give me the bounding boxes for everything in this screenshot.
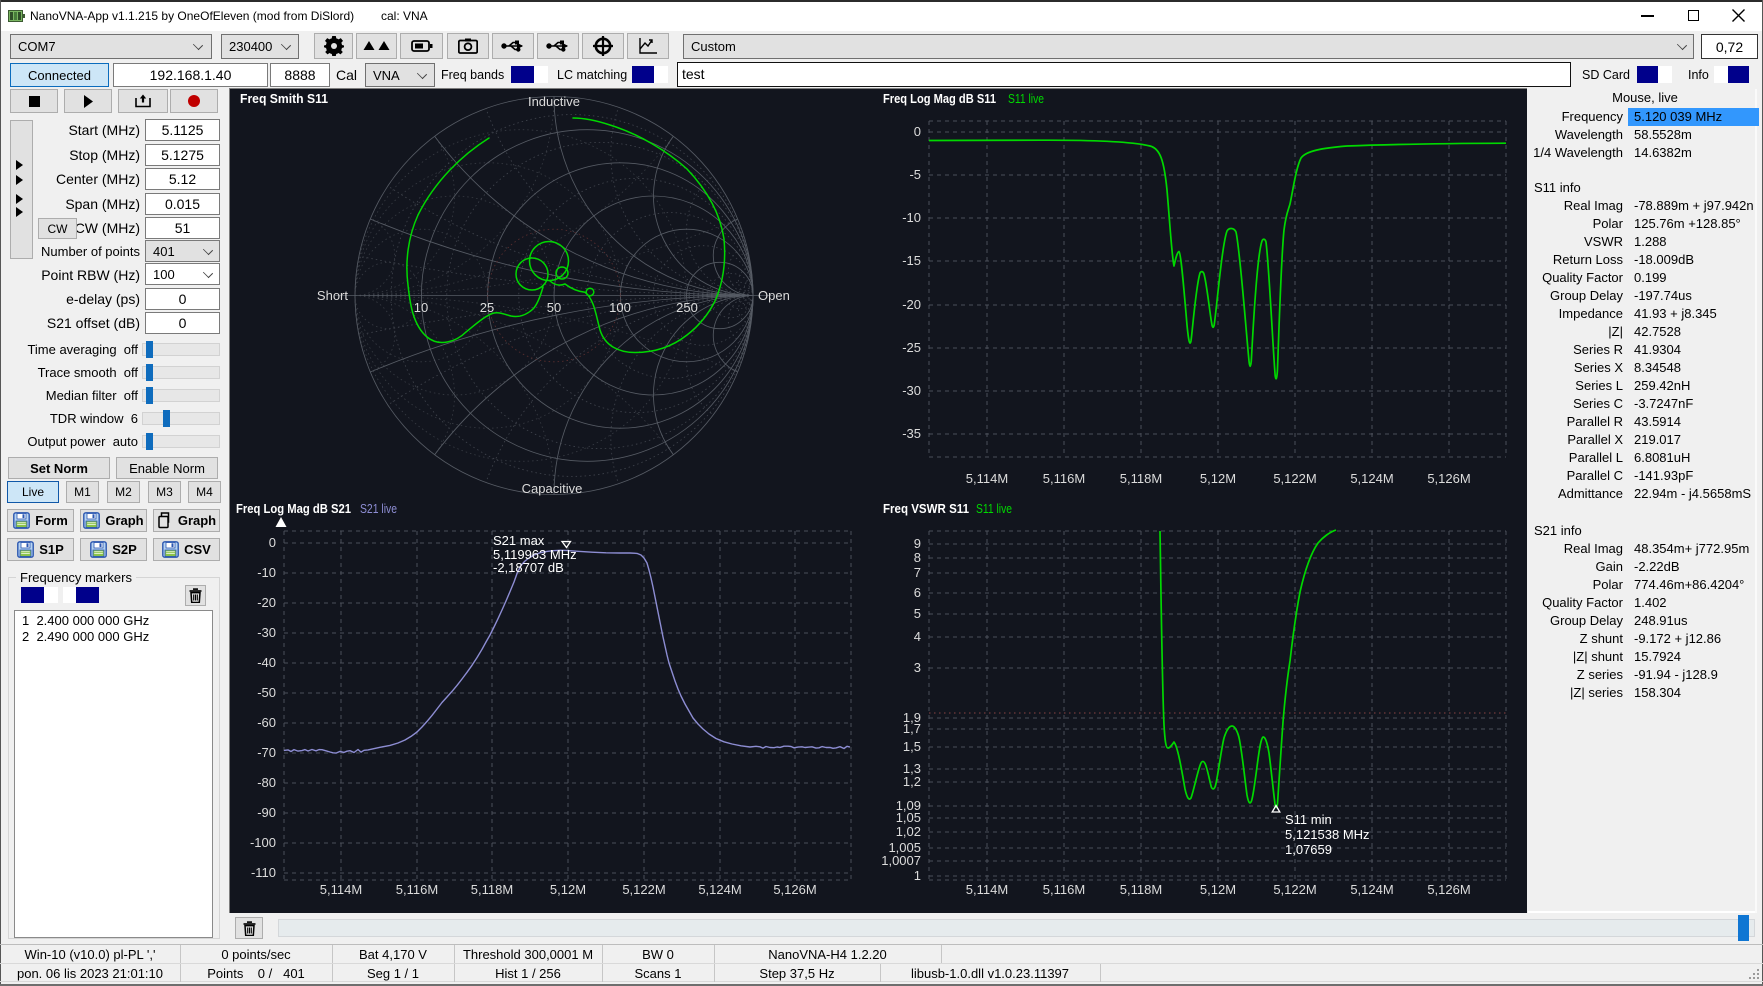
- svg-text:1: 1: [914, 868, 921, 883]
- svg-text:Freq Log Mag dB S21: Freq Log Mag dB S21: [236, 501, 351, 516]
- svg-text:-25: -25: [902, 340, 921, 355]
- svg-text:Freq VSWR S11: Freq VSWR S11: [883, 501, 969, 516]
- svg-text:5,116M: 5,116M: [396, 882, 438, 897]
- svg-text:-20: -20: [902, 297, 921, 312]
- svg-text:-70: -70: [257, 745, 276, 760]
- svg-text:1,0007: 1,0007: [881, 853, 921, 868]
- svg-text:-5: -5: [909, 167, 921, 182]
- svg-text:5,124M: 5,124M: [698, 882, 741, 897]
- svg-text:5,124M: 5,124M: [1350, 471, 1393, 486]
- svg-text:S11 live: S11 live: [1008, 91, 1044, 106]
- svg-text:5,114M: 5,114M: [320, 882, 362, 897]
- svg-text:-40: -40: [257, 655, 276, 670]
- svg-text:-90: -90: [257, 805, 276, 820]
- svg-text:5,122M: 5,122M: [1273, 882, 1316, 897]
- svg-text:5,118M: 5,118M: [471, 882, 513, 897]
- svg-text:8: 8: [914, 550, 921, 565]
- svg-text:5,114M: 5,114M: [966, 882, 1008, 897]
- svg-text:1,2: 1,2: [903, 774, 921, 789]
- svg-text:5,12M: 5,12M: [1200, 882, 1236, 897]
- svg-text:5,118M: 5,118M: [1120, 471, 1162, 486]
- svg-text:10: 10: [414, 300, 428, 315]
- svg-text:1,5: 1,5: [903, 739, 921, 754]
- svg-text:1,02: 1,02: [896, 824, 921, 839]
- svg-text:5,12M: 5,12M: [1200, 471, 1236, 486]
- svg-text:5,116M: 5,116M: [1043, 882, 1085, 897]
- svg-text:-10: -10: [902, 210, 921, 225]
- svg-text:250: 250: [676, 300, 698, 315]
- svg-text:-2,18707 dB: -2,18707 dB: [493, 560, 564, 575]
- svg-text:5,122M: 5,122M: [622, 882, 665, 897]
- svg-text:-10: -10: [257, 565, 276, 580]
- svg-text:-110: -110: [251, 865, 276, 880]
- svg-text:0: 0: [269, 535, 276, 550]
- svg-text:-60: -60: [257, 715, 276, 730]
- svg-text:5,121538 MHz: 5,121538 MHz: [1285, 827, 1370, 842]
- svg-text:7: 7: [914, 565, 921, 580]
- svg-text:S11 live: S11 live: [976, 501, 1012, 516]
- svg-text:5,126M: 5,126M: [773, 882, 816, 897]
- svg-text:5,12M: 5,12M: [550, 882, 586, 897]
- svg-text:100: 100: [609, 300, 631, 315]
- svg-text:5: 5: [914, 606, 921, 621]
- svg-text:5,114M: 5,114M: [966, 471, 1008, 486]
- svg-text:9: 9: [914, 536, 921, 551]
- svg-text:-30: -30: [902, 383, 921, 398]
- svg-text:-100: -100: [250, 835, 276, 850]
- svg-text:-30: -30: [257, 625, 276, 640]
- svg-text:S11 min: S11 min: [1285, 812, 1332, 827]
- svg-text:25: 25: [480, 300, 494, 315]
- svg-text:5,122M: 5,122M: [1273, 471, 1316, 486]
- svg-text:S21 live: S21 live: [360, 501, 397, 516]
- svg-text:Capacitive: Capacitive: [522, 481, 583, 496]
- svg-text:Inductive: Inductive: [528, 94, 580, 109]
- svg-text:S21 max: S21 max: [493, 533, 545, 548]
- svg-text:5,126M: 5,126M: [1427, 882, 1470, 897]
- svg-text:3: 3: [914, 660, 921, 675]
- svg-text:-35: -35: [902, 426, 921, 441]
- svg-text:1,07659: 1,07659: [1285, 842, 1332, 857]
- svg-text:6: 6: [914, 585, 921, 600]
- svg-text:4: 4: [914, 629, 921, 644]
- svg-text:-20: -20: [257, 595, 276, 610]
- svg-text:Open: Open: [758, 288, 790, 303]
- svg-text:Short: Short: [317, 288, 348, 303]
- svg-text:5,116M: 5,116M: [1043, 471, 1085, 486]
- svg-text:1,05: 1,05: [896, 810, 921, 825]
- svg-text:-50: -50: [257, 685, 276, 700]
- svg-text:0: 0: [914, 124, 921, 139]
- svg-text:-80: -80: [257, 775, 276, 790]
- svg-text:-15: -15: [902, 253, 921, 268]
- svg-text:Freq Smith S11: Freq Smith S11: [240, 91, 328, 106]
- svg-text:1,7: 1,7: [903, 721, 921, 736]
- svg-text:Freq Log Mag dB S11: Freq Log Mag dB S11: [883, 91, 996, 106]
- svg-text:5,124M: 5,124M: [1350, 882, 1393, 897]
- svg-text:50: 50: [547, 300, 561, 315]
- svg-text:5,126M: 5,126M: [1427, 471, 1470, 486]
- svg-text:5,118M: 5,118M: [1120, 882, 1162, 897]
